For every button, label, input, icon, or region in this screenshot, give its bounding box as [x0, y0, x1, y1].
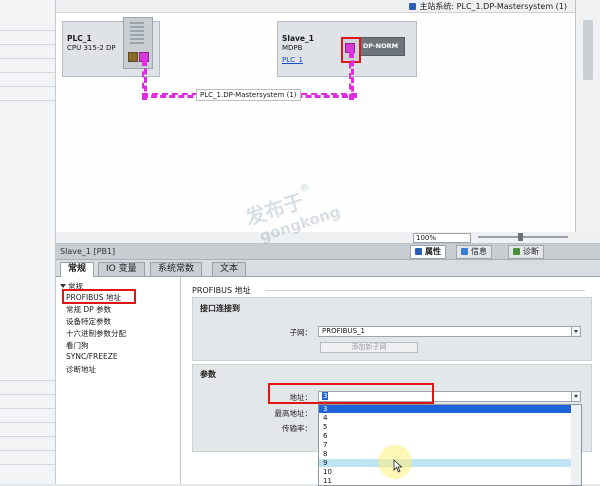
dropdown-option[interactable]: 7: [319, 441, 572, 449]
parameters-group-title: 参数: [200, 370, 216, 379]
tab-info[interactable]: 信息: [456, 245, 492, 259]
diagnostics-icon: [513, 248, 520, 255]
subnet-label: 子网：: [289, 328, 313, 337]
dropdown-scrollbar[interactable]: [571, 404, 582, 486]
tab-texts[interactable]: 文本: [212, 262, 247, 276]
dropdown-option[interactable]: 10: [319, 468, 572, 476]
nav-highlight-frame: [62, 289, 136, 304]
nav-item-diagnostic-address[interactable]: 诊断地址: [66, 364, 96, 375]
master-system-label: 主站系统: PLC_1.DP-Mastersystem (1): [409, 1, 567, 12]
tab-general[interactable]: 常规: [60, 262, 95, 277]
address-highlight-frame: [268, 383, 434, 404]
dropdown-option[interactable]: 4: [319, 414, 572, 422]
baud-rate-label: 传输率：: [282, 424, 312, 433]
dropdown-option[interactable]: 5: [319, 423, 572, 431]
slave-master-link[interactable]: PLC_1: [282, 56, 303, 64]
left-project-tree-strip: [0, 0, 56, 484]
subnet-select[interactable]: PROFIBUS_1: [318, 326, 581, 337]
zoom-slider[interactable]: [478, 233, 568, 241]
chevron-down-icon[interactable]: [571, 327, 580, 336]
info-icon: [461, 248, 468, 255]
nav-item-sync-freeze[interactable]: SYNC/FREEZE: [66, 352, 118, 361]
interface-group-title: 接口连接到: [200, 304, 240, 313]
address-dropdown-list[interactable]: 3 4 5 6 7 8 9 10 11: [318, 404, 573, 486]
master-system-icon: [409, 3, 417, 10]
canvas-top-bar: 主站系统: PLC_1.DP-Mastersystem (1): [56, 0, 575, 13]
dropdown-option[interactable]: 9: [319, 459, 572, 467]
section-title: PROFIBUS 地址: [192, 286, 251, 295]
slave-type: MDPB: [282, 44, 303, 52]
dropdown-option[interactable]: 3: [319, 405, 572, 413]
slave-name: Slave_1: [282, 34, 314, 43]
plc-name: PLC_1: [67, 34, 92, 43]
inspector-title: Slave_1 [PB1]: [60, 247, 116, 256]
tab-properties[interactable]: 属性: [410, 245, 446, 259]
zoom-slider-handle[interactable]: [518, 233, 523, 241]
highest-address-label: 最高地址：: [274, 409, 313, 418]
properties-icon: [415, 248, 422, 255]
expand-triangle-icon: [60, 284, 66, 288]
nav-item-hex-param-assignment[interactable]: 十六进制参数分配: [66, 328, 126, 339]
dp-norm-module: DP-NORM: [356, 37, 405, 56]
section-divider: [265, 290, 585, 291]
tab-io-tags[interactable]: IO 变量: [98, 262, 145, 276]
tab-diagnostics[interactable]: 诊断: [508, 245, 544, 259]
dropdown-option[interactable]: 8: [319, 450, 572, 458]
tab-system-constants[interactable]: 系统常数: [150, 262, 203, 276]
chevron-down-icon[interactable]: [571, 392, 580, 401]
nav-item-general-dp-params[interactable]: 常规 DP 参数: [66, 304, 111, 315]
mouse-pointer-icon: [393, 459, 403, 473]
nav-item-device-specific-params[interactable]: 设备特定参数: [66, 316, 111, 327]
zoom-level-select[interactable]: 100%: [413, 233, 471, 243]
dropdown-option[interactable]: 6: [319, 432, 572, 440]
plc-type: CPU 315-2 DP: [67, 44, 116, 52]
canvas-vertical-scrollbar[interactable]: [575, 0, 600, 232]
bus-label[interactable]: PLC_1.DP-Mastersystem (1): [196, 89, 301, 101]
plc-mpi-port-icon[interactable]: [128, 52, 138, 62]
add-subnet-button[interactable]: 添加新子网: [320, 342, 418, 353]
nav-item-watchdog[interactable]: 看门狗: [66, 340, 89, 351]
